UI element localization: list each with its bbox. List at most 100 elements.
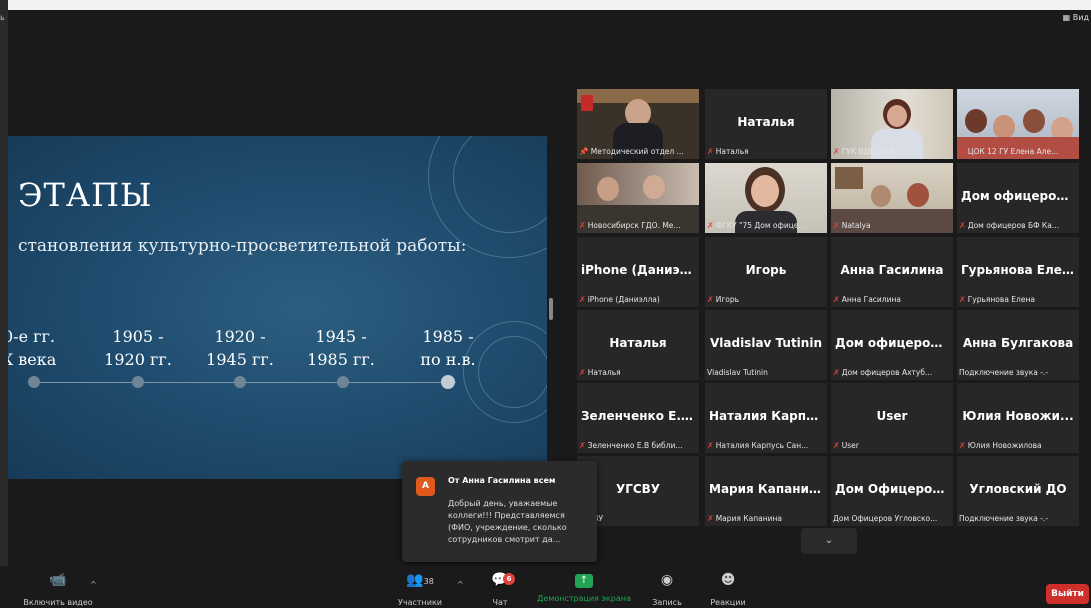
participant-tile[interactable]: Наталия Карпу... ✗ Наталия Карпусь Сан... [705, 383, 827, 453]
mic-muted-icon: ✗ [579, 221, 586, 230]
participant-tile[interactable]: Дом офицеров... ✗ Дом офицеров БФ Ка... [957, 163, 1079, 233]
participant-display-name: Дом офицеров... [961, 189, 1075, 203]
mic-muted-icon: ✗ [579, 441, 586, 450]
timeline-label: 1945 -1985 гг. [307, 327, 375, 369]
start-video-button[interactable]: 📹 Включить видео [18, 566, 98, 607]
participant-tile[interactable]: ✗ ГУК ВДО ТОФ [831, 89, 953, 159]
timeline-dot [337, 376, 349, 388]
participant-tile[interactable]: ✗ ФГКУ "75 Дом офице... [705, 163, 827, 233]
participant-tile[interactable]: Наталья ✗ Наталья [577, 310, 699, 380]
participant-tile[interactable]: Гурьянова Елена ✗ Гурьянова Елена [957, 237, 1079, 307]
participant-name: ✗ User [833, 441, 859, 450]
participant-name: 📌 Методический отдел ... [579, 147, 684, 156]
participant-display-name: iPhone (Даниэл... [581, 263, 695, 277]
participant-name: Подключение звука -.- [959, 368, 1049, 377]
grid-icon: ▦ [1062, 13, 1071, 22]
chat-notification[interactable]: А От Анна Гасилина всем Добрый день, ува… [402, 461, 597, 562]
share-screen-label: Демонстрация экрана [537, 594, 631, 603]
participant-tile[interactable]: Наталья ✗ Наталья [705, 89, 827, 159]
participant-display-name: Наталья [609, 336, 667, 350]
participant-tile[interactable]: Зеленченко Е.В... ✗ Зеленченко Е.В библи.… [577, 383, 699, 453]
participant-tile[interactable]: ✗ ЦОК 12 ГУ Елена Але... [957, 89, 1079, 159]
mic-muted-icon: ✗ [833, 441, 840, 450]
chevron-down-icon: ⌄ [824, 535, 834, 546]
participant-tile[interactable]: Дом офицеров... ✗ Дом офицеров Ахтуб... [831, 310, 953, 380]
participant-display-name: Наталья [737, 115, 795, 129]
reactions-icon: ☻ [720, 572, 736, 588]
gallery-scroll-down-button[interactable]: ⌄ [801, 528, 857, 554]
participant-display-name: Дом Офицеров... [835, 482, 949, 496]
share-screen-icon: ↑ [575, 574, 593, 588]
participant-tile[interactable]: Vladislav Tutinin Vladislav Tutinin [705, 310, 827, 380]
participant-tile[interactable]: Угловский ДО Подключение звука -.- [957, 456, 1079, 526]
participant-name: ✗ Дом офицеров Ахтуб... [833, 368, 933, 377]
timeline-label: 1985 - по н.в. [420, 327, 476, 369]
participant-name: ✗ Наталья [579, 368, 621, 377]
participant-name: ✗ Юлия Новожилова [959, 441, 1042, 450]
participants-options-caret[interactable]: ^ [457, 580, 464, 589]
mic-muted-icon: ✗ [579, 368, 586, 377]
video-options-caret[interactable]: ^ [90, 580, 97, 589]
participant-name: ✗ ГУК ВДО ТОФ [833, 147, 895, 156]
participant-name: Vladislav Tutinin [707, 368, 768, 377]
participant-display-name: Игорь [745, 263, 787, 277]
participant-display-name: Анна Булгакова [962, 336, 1074, 350]
participant-display-name: Vladislav Tutinin [709, 336, 822, 350]
participants-label: Участники [397, 598, 443, 607]
participant-tile[interactable]: Анна Булгакова Подключение звука -.- [957, 310, 1079, 380]
participant-name: ✗ Новосибирск ГДО. Ме... [579, 221, 681, 230]
share-screen-button[interactable]: ↑ Демонстрация экрана [534, 566, 634, 603]
participant-tile[interactable]: iPhone (Даниэл... ✗ iPhone (Даниэлла) [577, 237, 699, 307]
participant-tile[interactable]: ✗ Natalya [831, 163, 953, 233]
mic-muted-icon: ✗ [707, 514, 714, 523]
participant-tile[interactable]: Анна Гасилина ✗ Анна Гасилина [831, 237, 953, 307]
chat-sender: От Анна Гасилина всем [448, 476, 556, 485]
participant-name: ✗ ЦОК 12 ГУ Елена Але... [959, 147, 1059, 156]
participant-name: ✗ Наталия Карпусь Сан... [707, 441, 809, 450]
participants-button[interactable]: 👥38 Участники [390, 566, 450, 607]
participant-name: ✗ Наталья [707, 147, 749, 156]
pin-icon: 📌 [579, 147, 589, 156]
participant-name: Подключение звука -.- [959, 514, 1049, 523]
reactions-button[interactable]: ☻ Реакции [705, 566, 751, 607]
left-edge-strip: ь [0, 0, 8, 608]
video-off-icon: 📹 [49, 572, 67, 588]
mic-muted-icon: ✗ [833, 368, 840, 377]
participant-name: ✗ Зеленченко Е.В библи... [579, 441, 683, 450]
mic-muted-icon: ✗ [579, 295, 586, 304]
chat-button[interactable]: 💬 Чат [482, 566, 518, 607]
participant-tile[interactable]: Мария Капанина ✗ Мария Капанина [705, 456, 827, 526]
participant-tile[interactable]: User ✗ User [831, 383, 953, 453]
leave-button[interactable]: Выйти [1046, 584, 1089, 604]
slide-title: ЭТАПЫ [18, 176, 153, 214]
chat-avatar: А [416, 477, 435, 496]
mic-muted-icon: ✗ [959, 441, 966, 450]
participant-name: ✗ Анна Гасилина [833, 295, 901, 304]
mic-muted-icon: ✗ [833, 147, 840, 156]
splitter-handle[interactable] [549, 298, 553, 320]
top-left-glyph: ь [0, 13, 5, 22]
mic-muted-icon: ✗ [707, 221, 714, 230]
participant-display-name: Угловский ДО [969, 482, 1067, 496]
participant-name: ✗ Natalya [833, 221, 871, 230]
mic-muted-icon: ✗ [959, 147, 966, 156]
mic-muted-icon: ✗ [833, 221, 840, 230]
chat-unread-badge: 6 [503, 573, 515, 585]
mic-muted-icon: ✗ [833, 295, 840, 304]
participant-name: ✗ Игорь [707, 295, 740, 304]
mic-muted-icon: ✗ [959, 295, 966, 304]
slide-subtitle: становления культурно-просветительной ра… [18, 236, 467, 256]
timeline-dot [28, 376, 40, 388]
participant-tile[interactable]: 📌 Методический отдел ... [577, 89, 699, 159]
meeting-toolbar: 📹 Включить видео ^ 👥38 Участники ^ 💬 Чат… [0, 566, 1091, 608]
participant-name: ✗ ФГКУ "75 Дом офице... [707, 221, 806, 230]
participant-tile[interactable]: Юлия Новожи... ✗ Юлия Новожилова [957, 383, 1079, 453]
record-button[interactable]: ◉ Запись [646, 566, 688, 607]
participant-tile[interactable]: Игорь ✗ Игорь [705, 237, 827, 307]
view-button[interactable]: ▦ Вид [1063, 13, 1089, 22]
record-label: Запись [652, 598, 682, 607]
participants-icon: 👥38 [406, 572, 434, 588]
participant-tile[interactable]: Дом Офицеров... Дом Офицеров Угловско... [831, 456, 953, 526]
participant-tile[interactable]: ✗ Новосибирск ГДО. Ме... [577, 163, 699, 233]
participant-name: ✗ Дом офицеров БФ Ка... [959, 221, 1059, 230]
